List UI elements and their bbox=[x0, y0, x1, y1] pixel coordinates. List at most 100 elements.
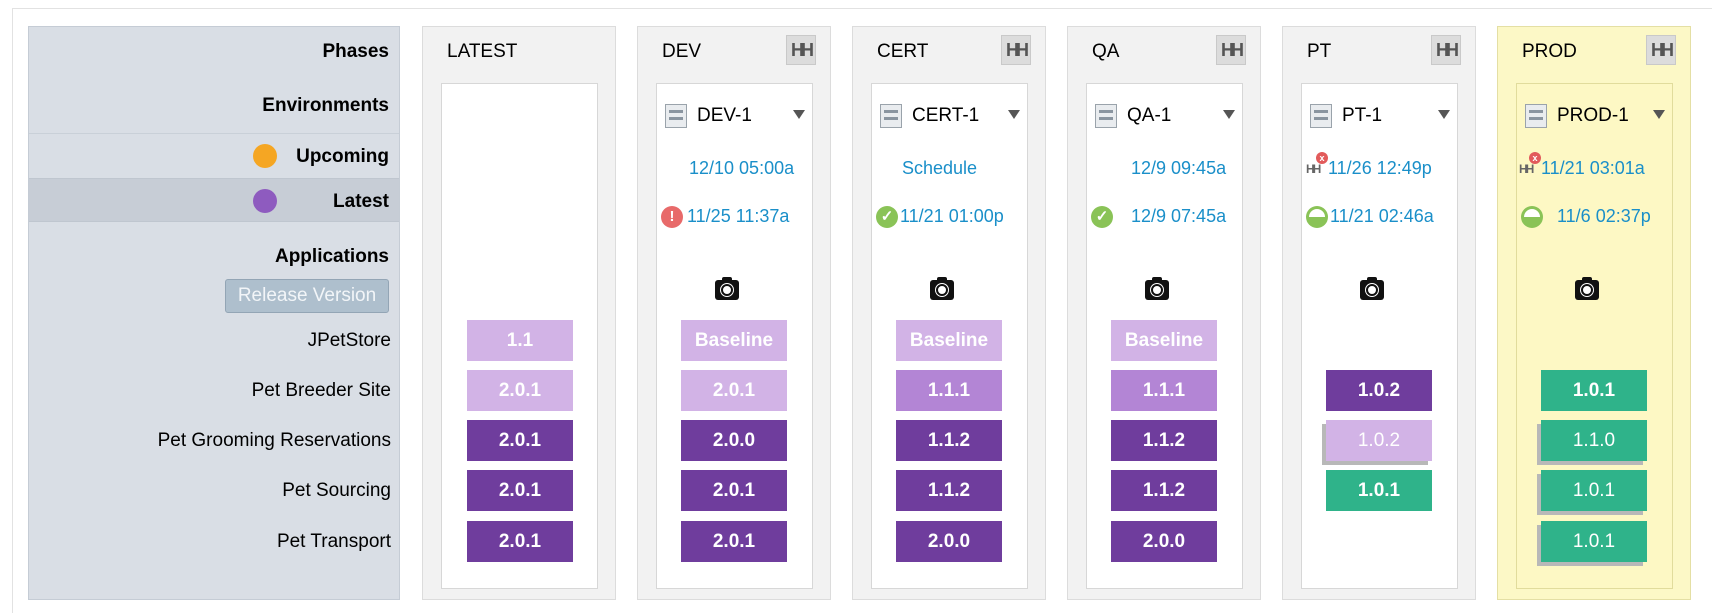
schedule-link[interactable]: 12/9 09:45a bbox=[1131, 158, 1226, 179]
chevron-down-icon[interactable] bbox=[1223, 110, 1235, 119]
app-label-jpetstore[interactable]: JPetStore bbox=[29, 330, 391, 352]
schedule-link[interactable]: 11/26 12:49p bbox=[1328, 158, 1432, 179]
version-badge[interactable]: Baseline bbox=[681, 320, 787, 361]
partial-status-icon bbox=[1521, 206, 1543, 228]
schedule-link[interactable]: 11/21 03:01a bbox=[1541, 158, 1645, 179]
app-label-pet-sourcing[interactable]: Pet Sourcing bbox=[29, 480, 391, 502]
environment-selector[interactable]: QA-1 bbox=[1095, 104, 1235, 130]
snapshot-camera-icon[interactable] bbox=[715, 277, 739, 300]
compare-icon[interactable]: HH bbox=[1001, 35, 1031, 65]
gate-blocked-icon: HH x bbox=[1519, 152, 1541, 176]
environment-selector[interactable]: PT-1 bbox=[1310, 104, 1450, 130]
phase-title: QA bbox=[1092, 41, 1120, 62]
compare-icon[interactable]: HH bbox=[1431, 35, 1461, 65]
version-badge[interactable]: 1.1.2 bbox=[1111, 420, 1217, 461]
app-label-pet-grooming-reservations[interactable]: Pet Grooming Reservations bbox=[29, 430, 391, 452]
version-badge[interactable]: 2.0.0 bbox=[681, 420, 787, 461]
compare-icon[interactable]: HH bbox=[1216, 35, 1246, 65]
left-panel: Phases Environments Upcoming Latest Appl… bbox=[28, 26, 400, 600]
compare-icon[interactable]: HH bbox=[1646, 35, 1676, 65]
version-badge[interactable]: 2.0.1 bbox=[681, 521, 787, 562]
version-badge[interactable]: 2.0.0 bbox=[896, 521, 1002, 562]
environment-name: CERT-1 bbox=[912, 105, 980, 126]
version-badge[interactable]: 1.0.1 bbox=[1541, 370, 1647, 411]
partial-status-icon bbox=[1306, 206, 1328, 228]
environment-name: PT-1 bbox=[1342, 105, 1383, 126]
last-deploy-link[interactable]: 11/25 11:37a bbox=[687, 206, 789, 227]
applications-heading: Applications bbox=[274, 246, 389, 267]
schedule-link[interactable]: 12/10 05:00a bbox=[689, 158, 794, 179]
version-badge[interactable]: 1.1.1 bbox=[896, 370, 1002, 411]
server-icon bbox=[1525, 104, 1547, 128]
legend-latest: Latest bbox=[29, 178, 399, 222]
app-label-pet-transport[interactable]: Pet Transport bbox=[29, 531, 391, 553]
environment-selector[interactable]: CERT-1 bbox=[880, 104, 1020, 130]
compare-icon[interactable]: HH bbox=[786, 35, 816, 65]
version-badge[interactable]: Baseline bbox=[896, 320, 1002, 361]
version-badge[interactable]: 1.1.0 bbox=[1541, 420, 1647, 461]
version-badge[interactable]: 1.0.2 bbox=[1326, 370, 1432, 411]
phase-title: PT bbox=[1307, 41, 1332, 62]
version-badge[interactable]: 2.0.1 bbox=[681, 470, 787, 511]
latest-dot-icon bbox=[253, 189, 277, 213]
version-badge[interactable]: 1.1.2 bbox=[896, 470, 1002, 511]
phase-cert: CERT HH CERT-1 Schedule ✓ 11/21 01:00p B… bbox=[852, 26, 1046, 600]
chevron-down-icon[interactable] bbox=[1653, 110, 1665, 119]
snapshot-camera-icon[interactable] bbox=[1360, 277, 1384, 300]
gate-blocked-icon: HH x bbox=[1306, 152, 1328, 176]
phase-title: PROD bbox=[1522, 41, 1577, 62]
phase-title: CERT bbox=[877, 41, 929, 62]
check-icon: ✓ bbox=[1091, 206, 1113, 228]
phase-latest: LATEST 1.1 2.0.1 2.0.1 2.0.1 2.0.1 bbox=[422, 26, 616, 600]
latest-label: Latest bbox=[333, 191, 389, 212]
check-icon: ✓ bbox=[876, 206, 898, 228]
phase-dev: DEV HH DEV-1 12/10 05:00a ! 11/25 11:37a… bbox=[637, 26, 831, 600]
environment-selector[interactable]: PROD-1 bbox=[1525, 104, 1665, 130]
version-badge[interactable]: 1.1.2 bbox=[896, 420, 1002, 461]
version-badge[interactable]: 2.0.1 bbox=[467, 470, 573, 511]
phase-qa: QA HH QA-1 12/9 09:45a ✓ 12/9 07:45a Bas… bbox=[1067, 26, 1261, 600]
version-badge[interactable]: 1.0.1 bbox=[1541, 470, 1647, 511]
chevron-down-icon[interactable] bbox=[1438, 110, 1450, 119]
version-badge[interactable]: 1.0.1 bbox=[1326, 470, 1432, 511]
last-deploy-link[interactable]: 12/9 07:45a bbox=[1131, 206, 1226, 227]
phase-prod: PROD HH PROD-1 HH x 11/21 03:01a 11/6 02:… bbox=[1497, 26, 1691, 600]
snapshot-camera-icon[interactable] bbox=[1575, 277, 1599, 300]
version-badge[interactable]: 1.0.2 bbox=[1326, 420, 1432, 461]
app-label-pet-breeder-site[interactable]: Pet Breeder Site bbox=[29, 380, 391, 402]
version-badge[interactable]: 2.0.1 bbox=[681, 370, 787, 411]
upcoming-dot-icon bbox=[253, 144, 277, 168]
environment-selector[interactable]: DEV-1 bbox=[665, 104, 805, 130]
upcoming-label: Upcoming bbox=[296, 146, 389, 167]
snapshot-camera-icon[interactable] bbox=[930, 277, 954, 300]
server-icon bbox=[1095, 104, 1117, 128]
server-icon bbox=[880, 104, 902, 128]
version-badge[interactable]: 2.0.0 bbox=[1111, 521, 1217, 562]
environment-box: PT-1 HH x 11/26 12:49p 11/21 02:46a bbox=[1301, 83, 1458, 589]
legend-upcoming: Upcoming bbox=[29, 133, 399, 177]
version-badge[interactable]: 2.0.1 bbox=[467, 521, 573, 562]
environment-box: PROD-1 HH x 11/21 03:01a 11/6 02:37p bbox=[1516, 83, 1673, 589]
version-badge[interactable]: 1.1 bbox=[467, 320, 573, 361]
phase-pt: PT HH PT-1 HH x 11/26 12:49p 11/21 02:46a… bbox=[1282, 26, 1476, 600]
last-deploy-link[interactable]: 11/21 01:00p bbox=[900, 206, 1004, 227]
last-deploy-link[interactable]: 11/6 02:37p bbox=[1557, 206, 1651, 227]
snapshot-camera-icon[interactable] bbox=[1145, 277, 1169, 300]
server-icon bbox=[1310, 104, 1332, 128]
version-badge[interactable]: 2.0.1 bbox=[467, 420, 573, 461]
error-icon: ! bbox=[661, 206, 683, 228]
version-badge[interactable]: 2.0.1 bbox=[467, 370, 573, 411]
version-badge[interactable]: 1.1.1 bbox=[1111, 370, 1217, 411]
chevron-down-icon[interactable] bbox=[1008, 110, 1020, 119]
phase-title: DEV bbox=[662, 41, 702, 62]
chevron-down-icon[interactable] bbox=[793, 110, 805, 119]
environment-name: PROD-1 bbox=[1557, 105, 1629, 126]
version-badge[interactable]: Baseline bbox=[1111, 320, 1217, 361]
schedule-link[interactable]: Schedule bbox=[902, 158, 977, 179]
version-badge[interactable]: 1.0.1 bbox=[1541, 521, 1647, 562]
phases-heading: Phases bbox=[322, 41, 389, 62]
release-version-button[interactable]: Release Version bbox=[225, 279, 389, 313]
version-badge[interactable]: 1.1.2 bbox=[1111, 470, 1217, 511]
server-icon bbox=[665, 104, 687, 128]
last-deploy-link[interactable]: 11/21 02:46a bbox=[1330, 206, 1434, 227]
